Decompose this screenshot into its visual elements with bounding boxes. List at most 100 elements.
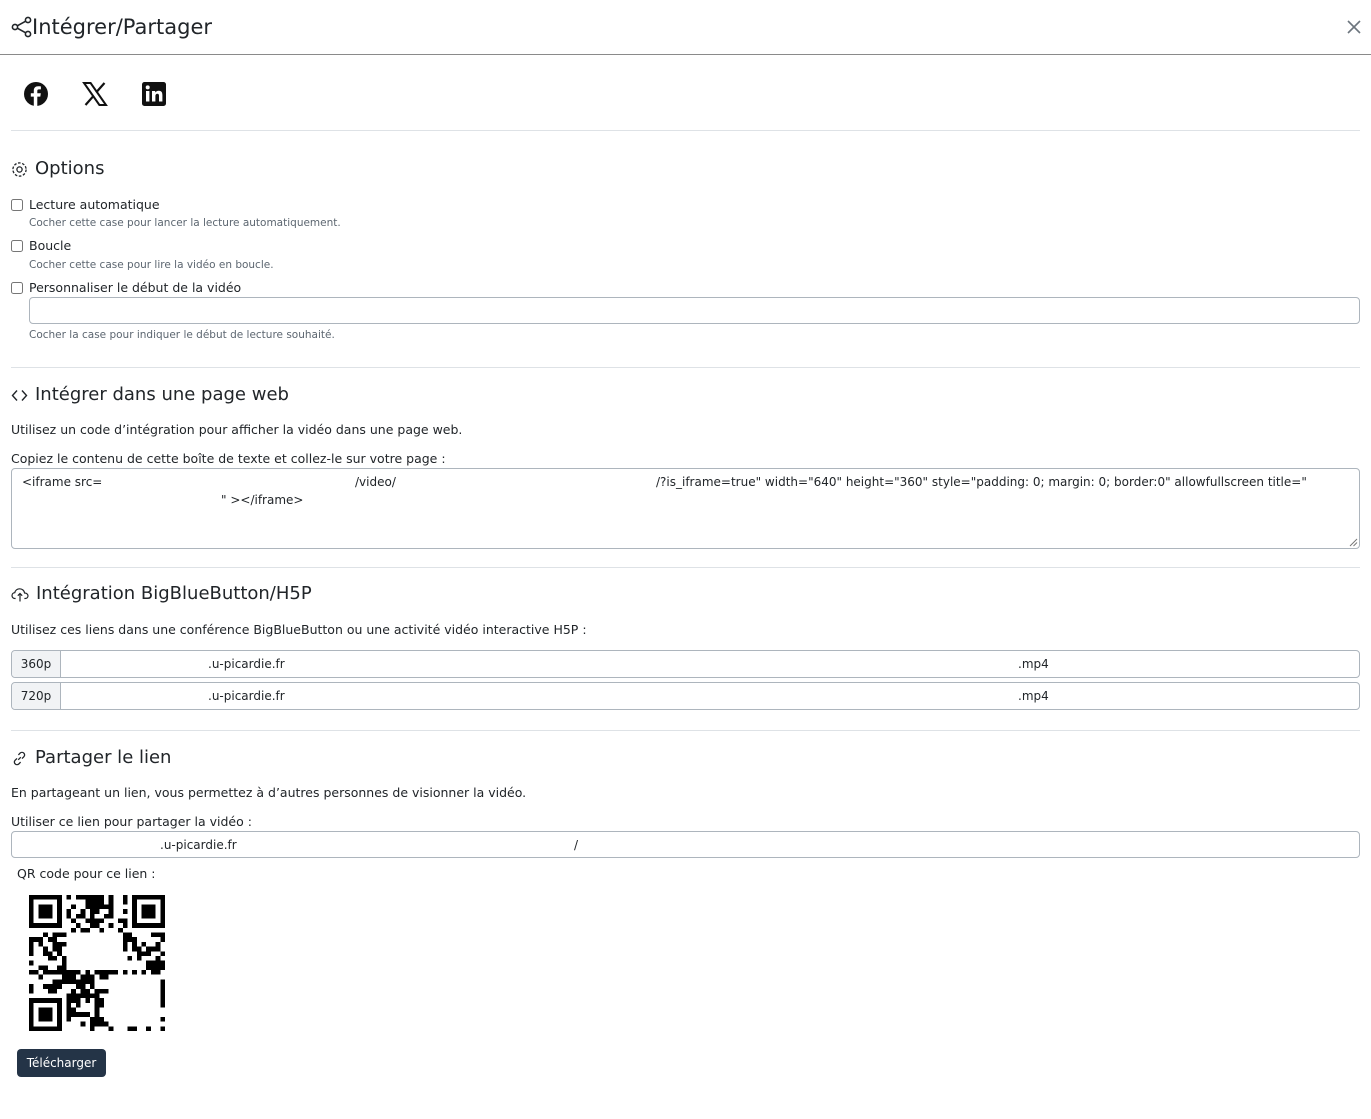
qr-module [66,909,72,914]
start-label: Personnaliser le début de la vidéo [29,280,242,295]
qr-module [160,937,165,942]
qr-module [80,1012,86,1017]
qr-module [75,979,81,985]
cloud-upload-icon [11,587,29,601]
qr-module [89,974,95,980]
embed-code-part3: /?is_iframe=true" width="640" height="36… [656,475,1307,489]
qr-module [71,988,76,994]
modal-header: Intégrer/Partager [0,0,1371,55]
qr-module [66,993,72,999]
qr-module [38,904,53,919]
resize-handle-icon[interactable] [1348,537,1358,547]
download-button[interactable]: Télécharger [17,1049,106,1077]
embed-title: Intégrer dans une page web [35,384,289,405]
qr-module [85,927,90,933]
qr-module [122,970,128,975]
qr-module [85,904,90,910]
qr-module [85,918,90,924]
qr-module [61,941,67,947]
qr-module [29,988,34,994]
share-title: Partager le lien [35,747,172,768]
qr-module [122,941,128,947]
qr-module [99,974,105,980]
qr-module [29,970,34,975]
autoplay-option: Lecture automatique [11,197,160,213]
divider [11,367,1360,368]
link-360p[interactable]: 360p .u-picardie.fr .mp4 [11,650,1360,678]
qr-module [127,937,133,942]
link-720p-domain: .u-picardie.fr [208,689,285,703]
qr-module [66,979,72,985]
start-time-input[interactable] [29,297,1360,324]
qr-module [52,937,58,942]
qr-module [122,895,128,900]
qr-module [108,923,114,928]
qr-module [61,970,67,975]
qr-module [47,937,53,942]
qr-module [29,960,34,966]
qr-module [146,951,151,956]
qr-module [66,913,72,919]
qr-module [85,998,90,1003]
qr-label: QR code pour ce lien : [17,866,156,881]
social-share-bar [11,69,1360,131]
qr-module [136,951,142,956]
link-360p-ext: .mp4 [1018,657,1049,671]
embed-code-part4: " ></iframe> [221,493,304,507]
start-help: Cocher la case pour indiquer le début de… [29,329,335,341]
share-link-domain: .u-picardie.fr [160,838,237,852]
x-twitter-icon[interactable] [82,81,108,107]
qr-module [89,899,95,905]
start-checkbox[interactable] [11,282,23,294]
close-icon[interactable] [1343,16,1365,38]
loop-checkbox[interactable] [11,240,23,252]
share-link-input[interactable]: .u-picardie.fr / [11,831,1360,858]
qr-module [99,899,105,905]
qr-module [108,904,114,910]
qr-module [75,984,81,989]
qr-module [71,993,76,999]
linkedin-icon[interactable] [141,81,167,107]
qr-module [89,913,95,919]
qr-module [113,970,119,975]
qr-module [94,970,100,975]
qr-module [132,937,137,942]
qr-module [61,955,67,961]
qr-module [155,965,161,971]
share-link-tail: / [574,838,579,852]
qr-module [94,1012,100,1017]
qr-module [99,927,105,933]
facebook-icon[interactable] [23,81,49,107]
embed-code-textarea[interactable]: <iframe src= /video/ /?is_iframe=true" w… [11,468,1360,549]
quality-720p-label: 720p [12,683,61,709]
autoplay-help: Cocher cette case pour lancer la lecture… [29,217,341,229]
qr-module [122,909,128,914]
qr-module [47,988,53,994]
qr-module [94,899,100,905]
autoplay-checkbox[interactable] [11,199,23,211]
qr-module [75,1012,81,1017]
qr-module [85,993,90,999]
qr-module [141,951,147,956]
qr-module [108,970,114,975]
qr-module [66,970,72,975]
qr-module [104,988,109,994]
qr-module [89,993,95,999]
qr-module [89,918,95,924]
qr-module [99,895,105,900]
qr-module [146,965,151,971]
qr-module [160,998,165,1003]
qr-module [160,1026,165,1031]
loop-option: Boucle [11,238,71,254]
qr-module [146,1026,151,1031]
share-heading: Partager le lien [11,746,171,770]
qr-module [104,913,109,919]
qr-module [108,895,114,900]
link-720p[interactable]: 720p .u-picardie.fr .mp4 [11,682,1360,710]
qr-module [99,970,105,975]
share-description: En partageant un lien, vous permettez à … [11,785,527,800]
qr-module [57,984,62,989]
bbb-description: Utilisez ces liens dans une conférence B… [11,622,587,637]
link-720p-ext: .mp4 [1018,689,1049,703]
qr-module [150,965,156,971]
